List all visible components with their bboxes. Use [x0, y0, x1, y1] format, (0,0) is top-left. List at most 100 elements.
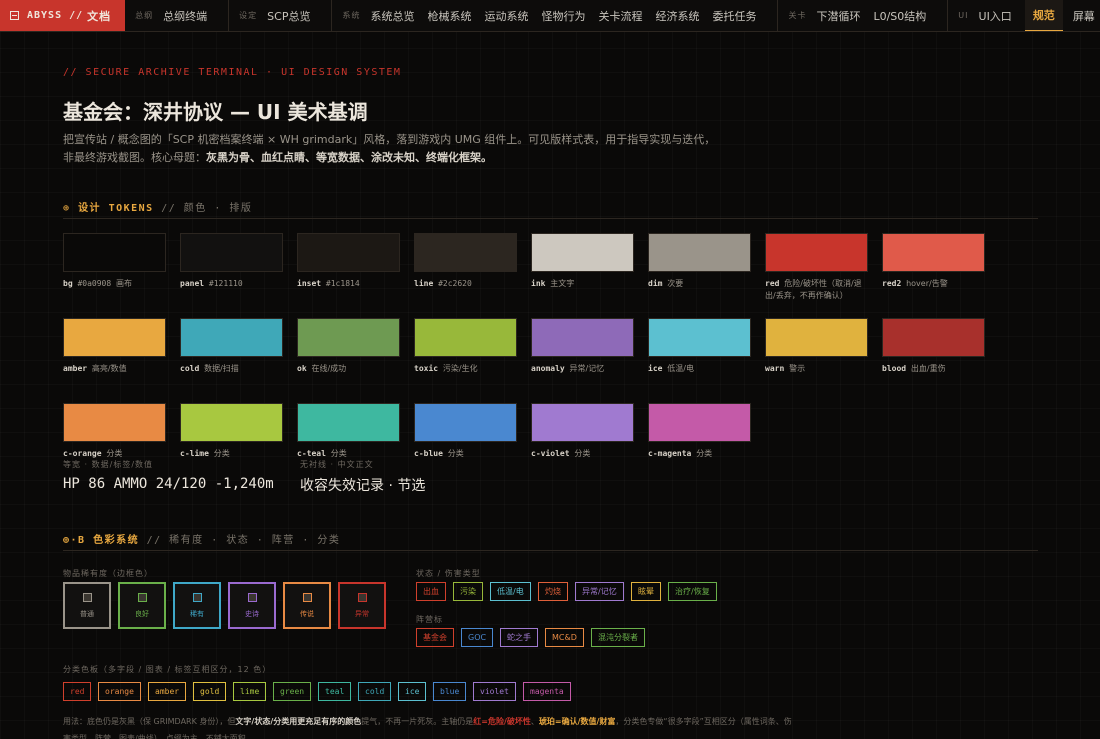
swatch-name: warn	[765, 364, 785, 373]
swatch-red: red 危险/破坏性（取消/退出/丢弃，不再作确认）	[765, 233, 868, 302]
nav-item-dive-loop[interactable]: 下潜循环	[816, 8, 860, 24]
swatch-color-block	[765, 233, 868, 272]
swatch-label: toxic 污染/生化	[414, 363, 517, 375]
swatch-panel: panel #121110	[180, 233, 283, 290]
section-title: 色彩系统	[93, 535, 140, 546]
faction-tag: 混沌分裂者	[591, 628, 645, 647]
nav-item-systems-overview[interactable]: 系统总览	[370, 8, 414, 24]
swatch-anomaly: anomaly 异常/记忆	[531, 318, 634, 375]
swatch-desc: 分类	[106, 449, 123, 458]
swatch-name: c-teal	[297, 449, 326, 458]
swatch-color-block	[648, 403, 751, 442]
swatch-color-block	[765, 318, 868, 357]
nav-item-level-flow[interactable]: 关卡流程	[598, 8, 642, 24]
swatch-label: c-magenta 分类	[648, 448, 751, 460]
swatch-color-block	[648, 318, 751, 357]
intro-emphasis: 灰黑为骨、血红点睛、等宽数据、涂改未知、终端化框架。	[206, 151, 492, 164]
swatch-red2: red2 hover/告警	[882, 233, 985, 290]
nav-item-spec[interactable]: 规范	[1024, 0, 1063, 31]
nav-item-screens[interactable]: 屏幕	[1073, 8, 1095, 24]
swatch-color-block	[180, 403, 283, 442]
swatch-hex: #1c1814	[325, 279, 360, 288]
swatch-amber: amber 高亮/数值	[63, 318, 166, 375]
category-tag: gold	[193, 682, 227, 701]
mono-type-sample: HP 86 AMMO 24/120 -1,240m	[63, 476, 274, 492]
sans-type-label: 无衬线 · 中文正文	[300, 460, 374, 469]
swatch-label: red2 hover/告警	[882, 278, 985, 290]
swatch-name: ok	[297, 364, 307, 373]
nav-item-monster-ai[interactable]: 怪物行为	[541, 8, 585, 24]
swatch-name: anomaly	[531, 364, 565, 373]
status-tag: 出血	[416, 582, 446, 601]
nav-item-firearms[interactable]: 枪械系统	[427, 8, 471, 24]
swatch-desc: 画布	[116, 279, 133, 288]
swatch-name: panel	[180, 279, 205, 288]
swatch-label: c-violet 分类	[531, 448, 634, 460]
swatch-name: bg	[63, 279, 73, 288]
swatch-name: c-lime	[180, 449, 209, 458]
rarity-name: 传说	[300, 609, 314, 618]
page-title: 基金会：深井协议 — UI 美术基调	[63, 100, 368, 124]
status-tag: 治疗/恢复	[668, 582, 717, 601]
mono-type-label: 等宽 · 数据/标签/数值	[63, 460, 154, 469]
swatch-name: amber	[63, 364, 88, 373]
nav-item-ui-entry[interactable]: UI入口	[979, 8, 1012, 24]
swatch-desc: 次要	[667, 279, 684, 288]
usage-text-b: 文字/状态/分类用更充足有序的颜色	[235, 717, 362, 726]
nav-item-economy[interactable]: 经济系统	[655, 8, 699, 24]
category-palette-label: 分类色板（多字段 / 图表 / 标签互相区分，12 色）	[63, 665, 272, 674]
swatch-desc: 警示	[789, 364, 806, 373]
nav-item-overview-terminal[interactable]: 总纲终端	[163, 8, 207, 24]
nav-group-label: 关卡	[788, 11, 807, 20]
swatch-color-block	[531, 233, 634, 272]
nav-group-label: 总纲	[135, 11, 154, 20]
nav-item-l0-s0-structure[interactable]: L0/S0结构	[873, 8, 926, 24]
rarity-box: 普通	[63, 582, 111, 629]
swatch-desc: 高亮/数值	[91, 364, 127, 373]
rarity-name: 异常	[355, 609, 369, 618]
swatch-name: ice	[648, 364, 663, 373]
category-tag: amber	[148, 682, 187, 701]
nav-item-scp-overview[interactable]: SCP总览	[267, 8, 310, 24]
nav-item-movement[interactable]: 运动系统	[484, 8, 528, 24]
rarity-name: 普通	[80, 609, 94, 618]
swatch-label: blood 出血/重伤	[882, 363, 985, 375]
swatch-warn: warn 警示	[765, 318, 868, 375]
swatch-desc: 危险/破坏性（取消/退出/丢弃，不再作确认）	[765, 279, 862, 300]
swatch-label: inset #1c1814	[297, 278, 400, 290]
category-tag: magenta	[523, 682, 571, 701]
swatch-name: c-orange	[63, 449, 102, 458]
nav-group-overview: 总纲 总纲终端	[125, 0, 230, 31]
rarity-item-icon	[247, 592, 257, 602]
rarity-box: 史诗	[228, 582, 276, 629]
nav-group-label: 设定	[239, 11, 258, 20]
swatch-label: ink 主文字	[531, 278, 634, 290]
usage-text-c: 提气，不再一片死灰。主轴仍是	[361, 717, 474, 726]
swatch-color-block	[63, 233, 166, 272]
rarity-item-icon	[137, 592, 147, 602]
nav-item-contracts[interactable]: 委托任务	[712, 8, 756, 24]
swatch-color-block	[882, 233, 985, 272]
swatch-color-block	[63, 318, 166, 357]
swatch-name: dim	[648, 279, 663, 288]
swatch-c-blue: c-blue 分类	[414, 403, 517, 460]
swatch-label: warn 警示	[765, 363, 868, 375]
swatch-bg: bg #0a0908 画布	[63, 233, 166, 290]
page-kicker: // SECURE ARCHIVE TERMINAL · UI DESIGN S…	[63, 67, 402, 78]
swatch-label: red 危险/破坏性（取消/退出/丢弃，不再作确认）	[765, 278, 868, 302]
swatch-label: ice 低温/电	[648, 363, 751, 375]
swatch-label: c-blue 分类	[414, 448, 517, 460]
brand-home-link[interactable]: ABYSS // 文档	[0, 0, 126, 31]
swatch-hex: #121110	[208, 279, 243, 288]
swatch-color-block	[531, 403, 634, 442]
status-tag: 低温/电	[490, 582, 531, 601]
swatch-name: inset	[297, 279, 322, 288]
swatch-c-orange: c-orange 分类	[63, 403, 166, 460]
usage-text-e: 、	[530, 717, 539, 726]
rarity-box: 良好	[118, 582, 166, 629]
section-subtitle: // 颜色 · 排版	[161, 203, 253, 214]
swatch-label: amber 高亮/数值	[63, 363, 166, 375]
swatch-c-lime: c-lime 分类	[180, 403, 283, 460]
swatch-cold: cold 数据/扫描	[180, 318, 283, 375]
swatch-desc: 低温/电	[667, 364, 694, 373]
